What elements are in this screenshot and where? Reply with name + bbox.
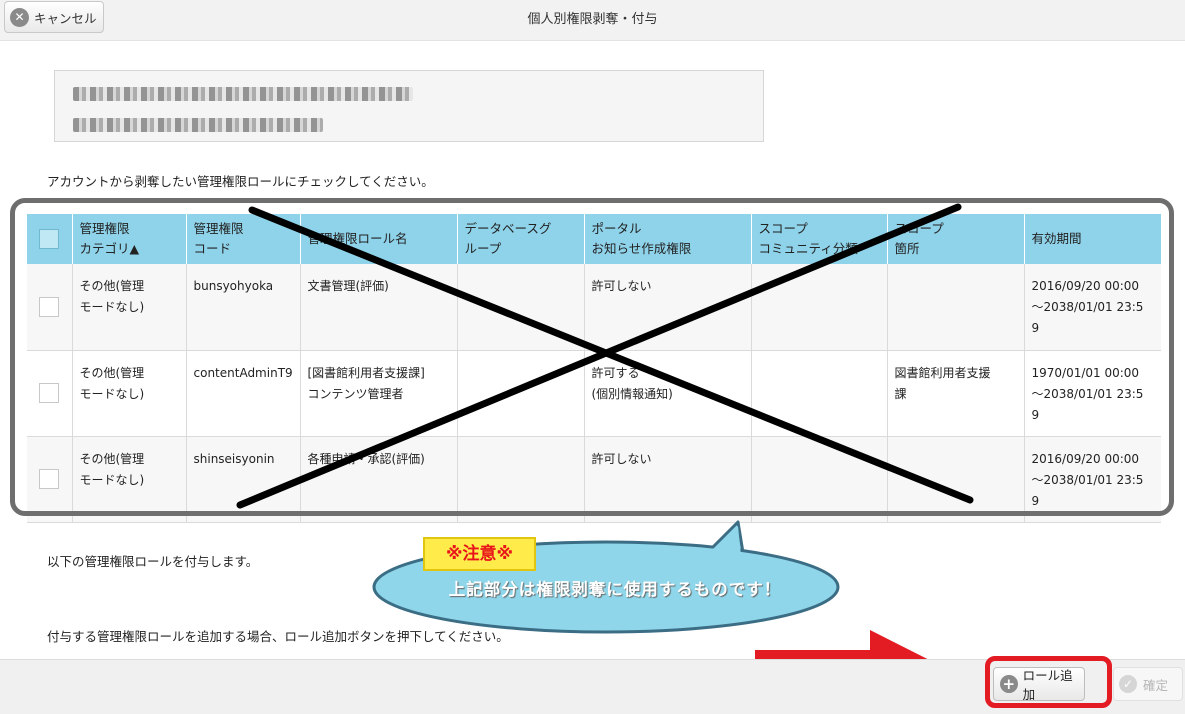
cell-portal: 許可しない [584, 264, 752, 351]
cell-scope-community [751, 264, 888, 351]
role-table-container: 管理権限 カテゴリ▲ 管理権限 コード 管理権限ロール名 データベースグ ループ… [27, 214, 1161, 524]
column-header-role-name: 管理権限ロール名 [300, 214, 458, 264]
cell-period: 2016/09/20 00:00 ～2038/01/01 23:5 9 [1024, 436, 1161, 523]
cell-code: contentAdminT9 [186, 350, 301, 437]
row-checkbox[interactable] [39, 296, 60, 317]
callout-text: 上記部分は権限剥奪に使用するものです！ [448, 580, 782, 599]
white-scribble [940, 540, 1185, 654]
confirm-button[interactable]: ✓ 確定 [1113, 667, 1183, 701]
select-all-checkbox[interactable] [39, 229, 60, 250]
cell-portal: 許可しない [584, 436, 752, 523]
row-select-cell [27, 264, 73, 351]
cell-portal: 許可する (個別情報通知) [584, 350, 752, 437]
cell-period: 2016/09/20 00:00 ～2038/01/01 23:5 9 [1024, 264, 1161, 351]
column-header-db-group: データベースグ ループ [457, 214, 585, 264]
callout-warning-label: ※注意※ [423, 537, 536, 571]
role-table: 管理権限 カテゴリ▲ 管理権限 コード 管理権限ロール名 データベースグ ループ… [27, 214, 1161, 523]
cell-scope-place: 図書館利用者支援 課 [887, 350, 1025, 437]
add-role-hint: 付与する管理権限ロールを追加する場合、ロール追加ボタンを押下してください。 [47, 629, 509, 644]
table-row: その他(管理 モードなし) bunsyohyoka 文書管理(評価) 許可しない… [27, 264, 1161, 351]
blurred-text [73, 118, 323, 132]
cell-db-group [457, 350, 585, 437]
revoke-instruction: アカウントから剥奪したい管理権限ロールにチェックしてください。 [47, 174, 434, 189]
table-header-row: 管理権限 カテゴリ▲ 管理権限 コード 管理権限ロール名 データベースグ ループ… [27, 214, 1161, 264]
cell-db-group [457, 264, 585, 351]
confirm-button-label: 確定 [1143, 677, 1169, 693]
cell-code: bunsyohyoka [186, 264, 301, 351]
row-checkbox[interactable] [39, 383, 60, 403]
column-header-scope-community: スコープ コミュニティ分類 [751, 214, 888, 264]
title-bar: ✕ キャンセル 個人別権限剥奪・付与 [0, 0, 1185, 41]
row-select-cell [27, 436, 73, 523]
plus-icon: + [1000, 675, 1018, 693]
cell-category: その他(管理 モードなし) [72, 436, 187, 523]
add-role-button[interactable]: + ロール追加 [993, 667, 1085, 702]
page-title: 個人別権限剥奪・付与 [527, 12, 658, 27]
check-icon: ✓ [1119, 675, 1137, 693]
row-checkbox[interactable] [39, 469, 60, 489]
cell-category: その他(管理 モードなし) [72, 350, 187, 437]
column-header-category[interactable]: 管理権限 カテゴリ▲ [72, 214, 187, 264]
blurred-text [73, 87, 413, 101]
cell-code: shinseisyonin [186, 436, 301, 523]
grant-instruction: 以下の管理権限ロールを付与します。 [47, 554, 259, 569]
cell-db-group [457, 436, 585, 523]
cell-scope-place [887, 436, 1025, 523]
cell-scope-community [751, 350, 888, 437]
column-header-portal: ポータル お知らせ作成権限 [584, 214, 752, 264]
cell-role-name: 各種申請・承認(評価) [300, 436, 458, 523]
account-info-blurred [54, 70, 764, 142]
add-role-button-label: ロール追加 [1022, 668, 1073, 702]
column-header-code: 管理権限 コード [186, 214, 301, 264]
table-row: その他(管理 モードなし) shinseisyonin 各種申請・承認(評価) … [27, 436, 1161, 523]
column-header-scope-place: スコープ 箇所 [887, 214, 1025, 264]
cell-scope-place [887, 264, 1025, 351]
cell-role-name: [図書館利用者支援課] コンテンツ管理者 [300, 350, 458, 437]
select-all-cell [27, 214, 73, 264]
row-select-cell [27, 350, 73, 437]
column-header-period: 有効期間 [1024, 214, 1161, 264]
cell-scope-community [751, 436, 888, 523]
cell-role-name: 文書管理(評価) [300, 264, 458, 351]
table-row: その他(管理 モードなし) contentAdminT9 [図書館利用者支援課]… [27, 350, 1161, 437]
cell-category: その他(管理 モードなし) [72, 264, 187, 351]
cell-period: 1970/01/01 00:00 ～2038/01/01 23:5 9 [1024, 350, 1161, 437]
